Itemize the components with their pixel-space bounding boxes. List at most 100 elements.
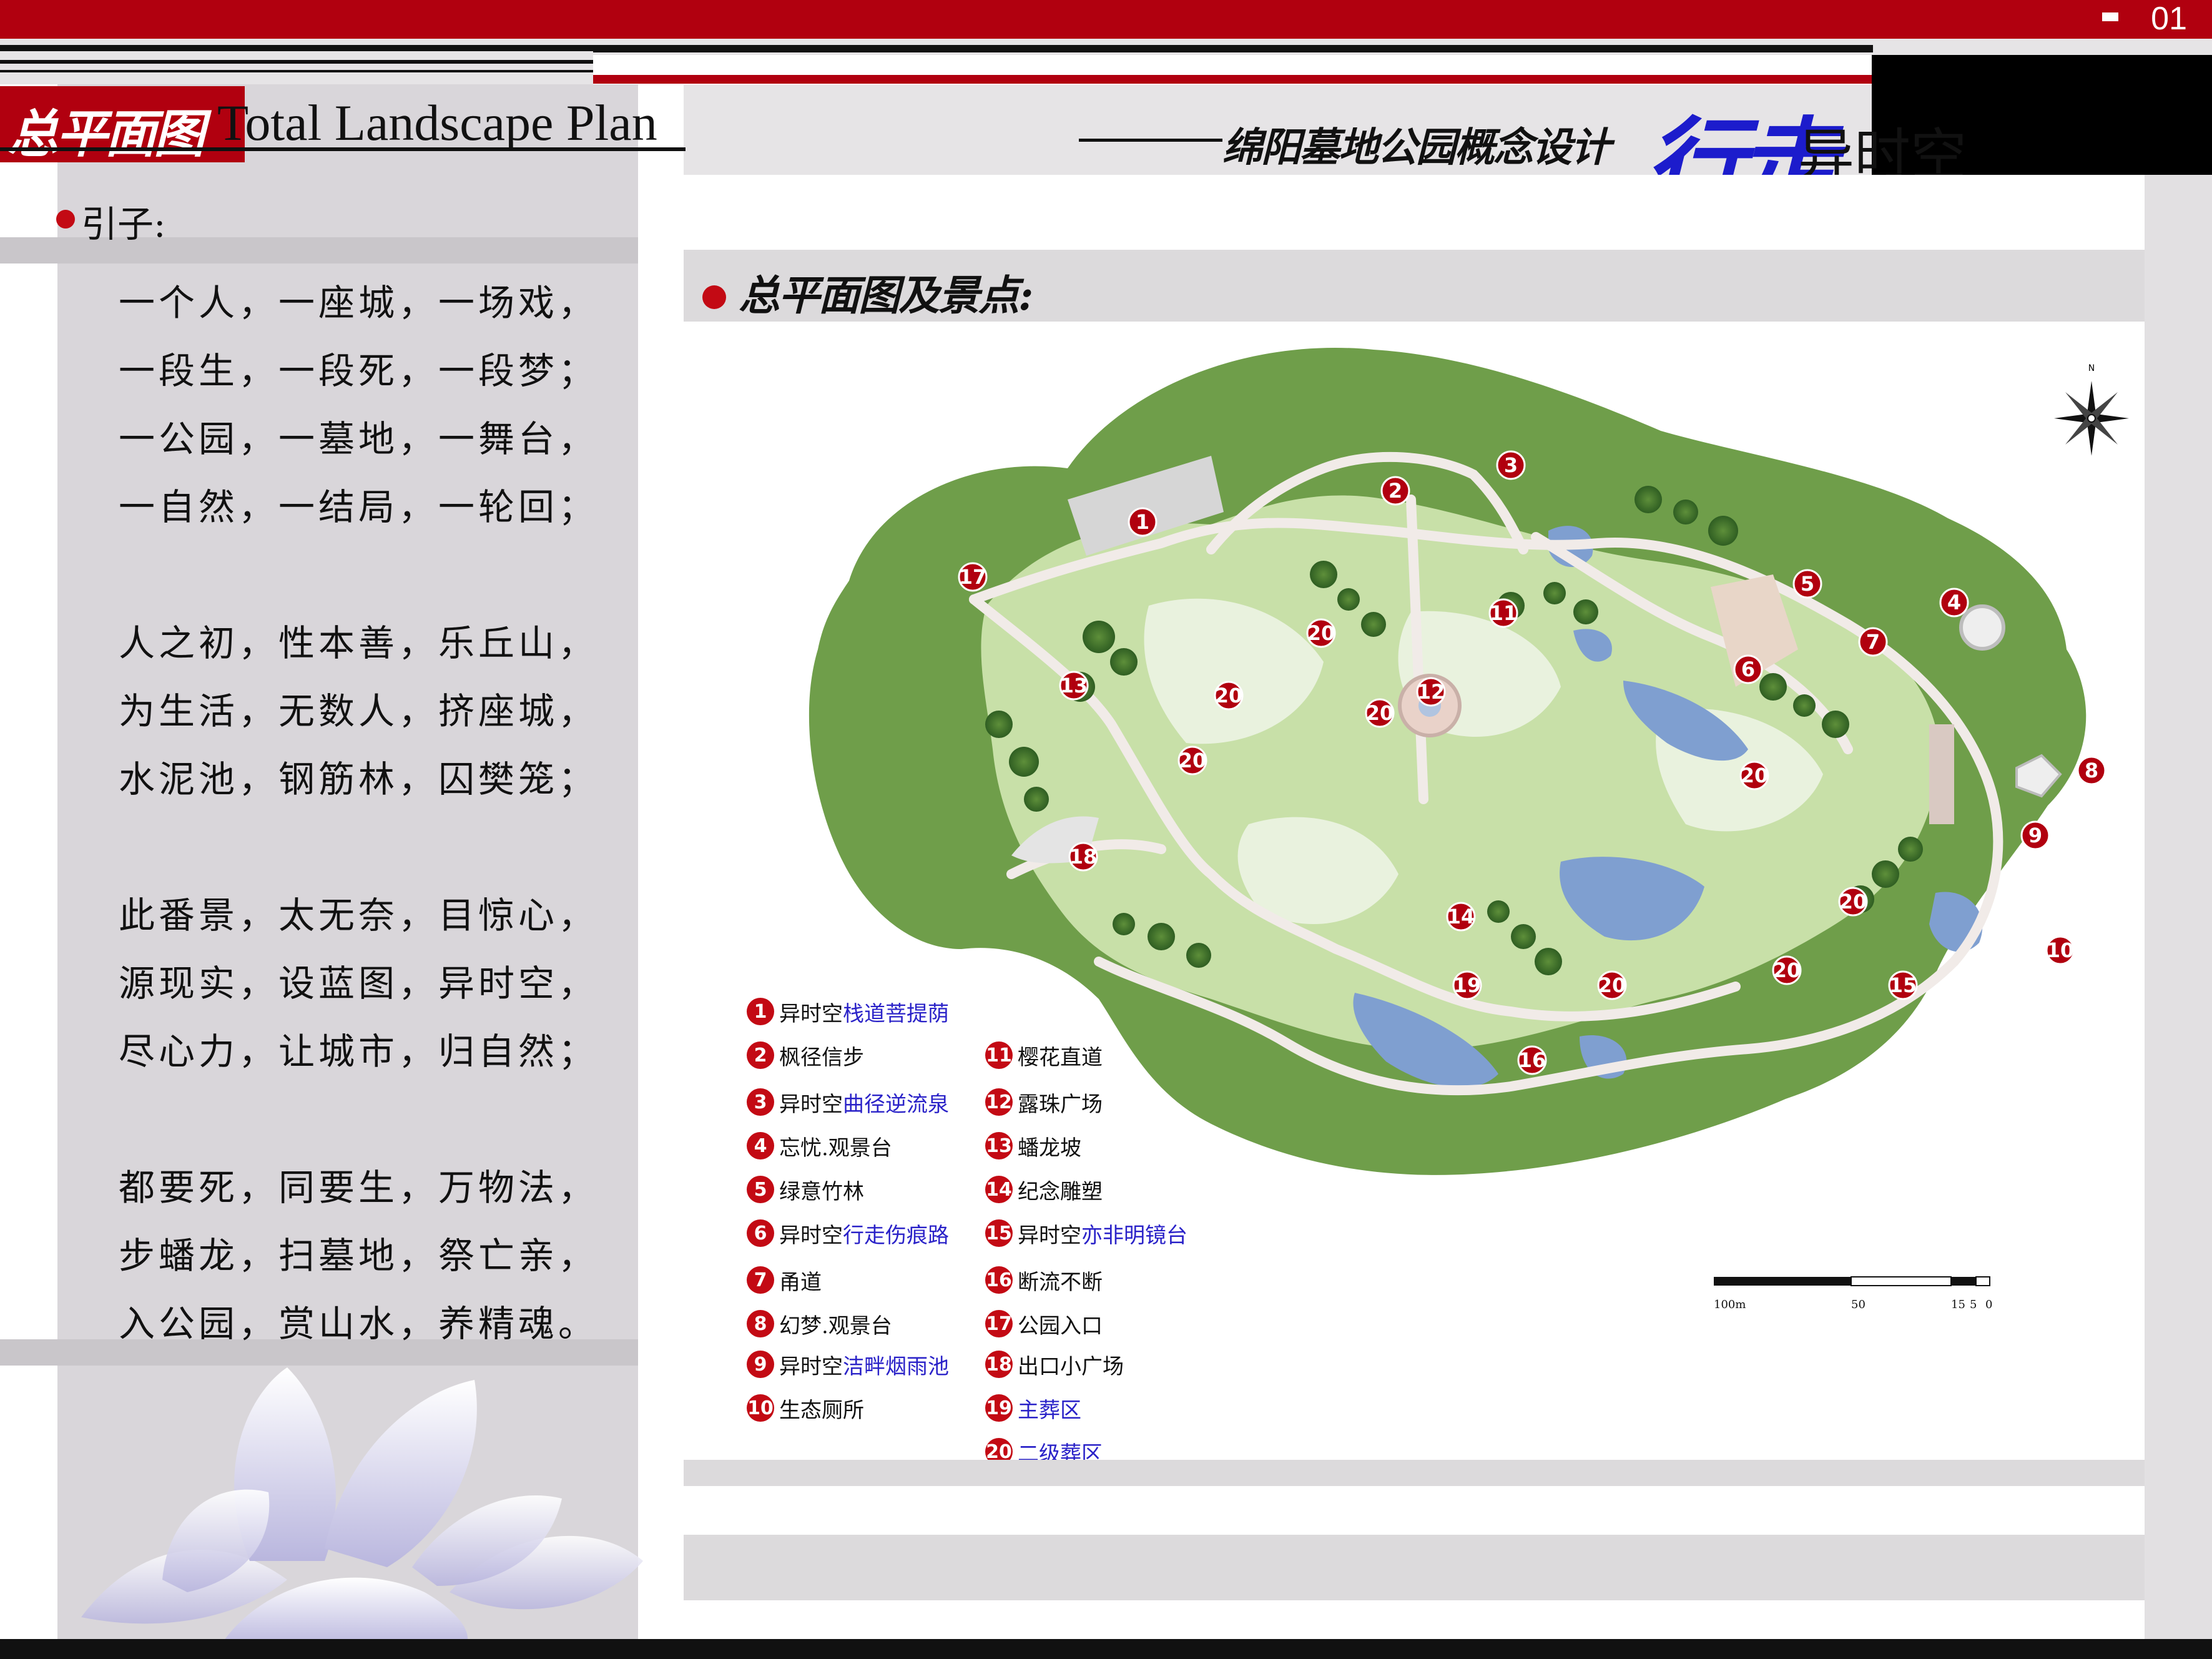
legend-label: 忘忧.观景台 [779, 1135, 892, 1161]
legend-label: 出口小广场 [1018, 1354, 1124, 1379]
map-marker: 4 [1939, 588, 1969, 618]
legend-label: 亦非明镜台 [1081, 1223, 1187, 1248]
poem-line: 一公园，一墓地，一舞台， [119, 418, 599, 460]
lotus-illustration [81, 1367, 643, 1648]
poem-line: 一自然，一结局，一轮回； [119, 486, 599, 528]
svg-text:2: 2 [1389, 479, 1402, 503]
legend-label: 栈道菩提荫 [843, 1001, 949, 1026]
svg-text:6: 6 [1741, 657, 1755, 681]
legend-prefix: 异时空 [1018, 1223, 1081, 1248]
page-number-mark [2102, 12, 2118, 21]
svg-text:17: 17 [959, 565, 987, 589]
map-marker: 8 [2077, 756, 2106, 785]
legend-number-badge: 5 [747, 1176, 774, 1203]
header-stripe [0, 45, 593, 51]
legend-number-badge: 7 [747, 1266, 774, 1294]
map-marker: 17 [958, 562, 988, 592]
legend-label: 断流不断 [1018, 1269, 1103, 1295]
map-marker: 14 [1446, 902, 1476, 932]
legend-label: 主葬区 [1018, 1397, 1081, 1423]
legend-item: 19 主葬区 [985, 1392, 1081, 1424]
map-marker: 19 [1452, 970, 1482, 1000]
scale-label: 100m [1714, 1298, 1746, 1311]
poem-line: 一段生，一段死，一段梦； [119, 350, 599, 392]
project-title-rule [1079, 139, 1222, 142]
svg-text:11: 11 [1490, 601, 1518, 625]
north-arrow-icon: N [2054, 363, 2129, 456]
map-marker: 20 [1306, 618, 1336, 648]
legend-item: 16 断流不断 [985, 1264, 1103, 1296]
scale-label: 50 [1851, 1298, 1865, 1311]
poem-line: 尽心力，让城市，归自然； [119, 1030, 599, 1073]
legend-label: 枫径信步 [779, 1045, 864, 1070]
legend-item: 17 公园入口 [985, 1307, 1103, 1340]
legend-number-badge: 11 [985, 1041, 1013, 1069]
legend-number-badge: 6 [747, 1219, 774, 1247]
north-label: N [2088, 363, 2095, 373]
map-marker: 2 [1380, 476, 1410, 506]
svg-text:4: 4 [1947, 591, 1961, 614]
header-red-rule [593, 75, 1873, 84]
map-marker: 20 [1838, 887, 1868, 917]
svg-text:1: 1 [1136, 510, 1149, 534]
map-marker: 20 [1177, 746, 1207, 775]
legend-number-badge: 10 [747, 1394, 774, 1422]
map-marker: 16 [1517, 1045, 1547, 1075]
map-marker: 10 [2045, 935, 2075, 965]
legend-number-badge: 17 [985, 1310, 1013, 1337]
project-title: 绵阳墓地公园概念设计 [1222, 124, 1611, 171]
legend-item: 2 枫径信步 [747, 1039, 864, 1071]
legend-item: 8 幻梦.观景台 [747, 1307, 892, 1340]
map-marker: 20 [1214, 681, 1244, 711]
legend-number-badge: 15 [985, 1219, 1013, 1247]
map-marker: 11 [1488, 598, 1518, 628]
bottom-black-rule [0, 1639, 2212, 1659]
map-marker: 3 [1496, 450, 1526, 480]
svg-text:12: 12 [1417, 680, 1445, 704]
legend-prefix: 异时空 [779, 1001, 843, 1026]
svg-text:16: 16 [1518, 1048, 1546, 1072]
svg-text:13: 13 [1060, 674, 1088, 697]
legend-number-badge: 14 [985, 1176, 1013, 1203]
svg-text:9: 9 [2028, 824, 2042, 847]
legend-item: 12 露珠广场 [985, 1086, 1103, 1118]
poem-line: 人之初，性本善，乐丘山， [119, 622, 599, 664]
legend-label: 行走伤痕路 [843, 1223, 949, 1248]
legend-number-badge: 13 [985, 1132, 1013, 1159]
map-marker: 20 [1739, 761, 1769, 790]
map-marker: 7 [1858, 627, 1888, 657]
scale-label: 0 [1985, 1298, 1992, 1311]
legend-prefix: 异时空 [779, 1223, 843, 1248]
svg-text:20: 20 [1839, 890, 1867, 913]
svg-text:14: 14 [1447, 905, 1475, 928]
legend-number-badge: 8 [747, 1310, 774, 1337]
legend-item: 9 异时空 洁畔烟雨池 [747, 1348, 949, 1381]
legend-label: 生态厕所 [779, 1397, 864, 1423]
map-marker: 6 [1733, 654, 1763, 684]
scale-bar: 100m 50 15 5 0 [1714, 1276, 1992, 1311]
poem-line: 一个人，一座城，一场戏， [119, 282, 599, 324]
bottom-band [684, 1460, 2145, 1486]
map-marker: 13 [1059, 671, 1089, 701]
map-marker: 12 [1416, 677, 1446, 707]
legend-item: 15 异时空 亦非明镜台 [985, 1217, 1187, 1249]
legend-item: 13 蟠龙坡 [985, 1130, 1081, 1162]
poem-line: 都要死，同要生，万物法， [119, 1166, 599, 1209]
legend-item: 4 忘忧.观景台 [747, 1130, 892, 1162]
map-marker: 15 [1888, 970, 1918, 1000]
map-marker: 1 [1128, 507, 1158, 537]
header-stripe [0, 60, 593, 64]
legend-label: 公园入口 [1018, 1313, 1103, 1339]
header-stripe [593, 45, 1873, 52]
legend-prefix: 异时空 [779, 1091, 843, 1117]
map-marker: 9 [2020, 820, 2050, 850]
map-marker: 20 [1772, 955, 1802, 985]
svg-text:7: 7 [1866, 630, 1880, 654]
svg-text:8: 8 [2085, 759, 2098, 782]
legend-label: 曲径逆流泉 [843, 1091, 949, 1117]
poem-line: 此番景，太无奈，目惊心， [119, 894, 599, 937]
legend-item: 18 出口小广场 [985, 1348, 1124, 1381]
poem-line: 步蟠龙，扫墓地，祭亡亲， [119, 1234, 599, 1277]
map-marker: 18 [1068, 842, 1098, 872]
poem-line: 源现实，设蓝图，异时空， [119, 962, 599, 1005]
